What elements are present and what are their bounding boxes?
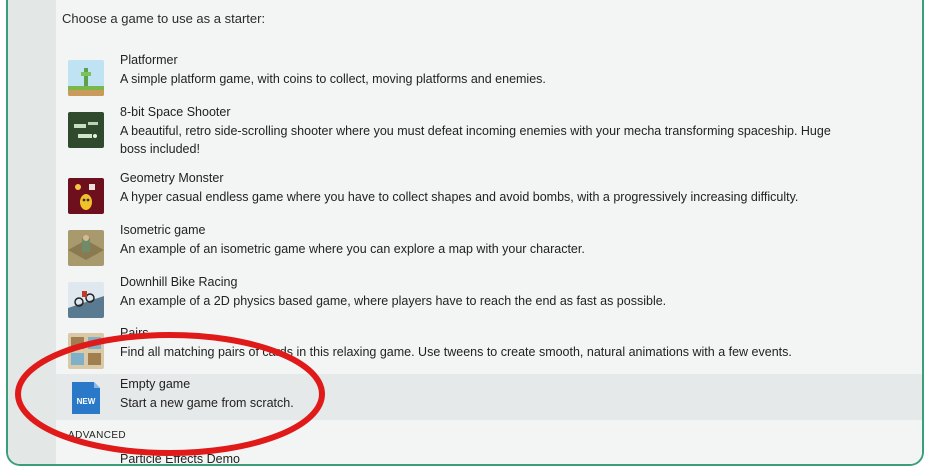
- geometry-monster-icon: [68, 178, 104, 214]
- list-item-empty-game[interactable]: NEW Empty game Start a new game from scr…: [56, 374, 922, 420]
- item-description: A beautiful, retro side-scrolling shoote…: [120, 124, 831, 156]
- section-header-advanced: ADVANCED: [68, 430, 127, 441]
- list-item-bike-racing[interactable]: Downhill Bike Racing An example of a 2D …: [56, 272, 922, 322]
- item-description: Find all matching pairs of cards in this…: [120, 345, 792, 359]
- isometric-icon: [68, 230, 104, 266]
- item-title: Downhill Bike Racing: [120, 275, 238, 289]
- list-item-isometric[interactable]: Isometric game An example of an isometri…: [56, 220, 922, 270]
- item-description: Start a new game from scratch.: [120, 396, 294, 410]
- list-item-particle-effects-demo[interactable]: Particle Effects Demo: [120, 452, 240, 464]
- left-sidebar: [8, 0, 56, 464]
- bike-racing-icon: [68, 282, 104, 318]
- item-description: A simple platform game, with coins to co…: [120, 72, 546, 86]
- pairs-icon: [68, 333, 104, 369]
- item-title: Pairs: [120, 326, 149, 340]
- platformer-icon: [68, 60, 104, 96]
- item-title: Platformer: [120, 53, 178, 67]
- item-title: 8-bit Space Shooter: [120, 105, 231, 119]
- list-item-geometry-monster[interactable]: Geometry Monster A hyper casual endless …: [56, 168, 922, 218]
- new-game-icon: NEW: [72, 382, 100, 414]
- list-item-pairs[interactable]: Pairs Find all matching pairs of cards i…: [56, 323, 922, 373]
- item-description: An example of an isometric game where yo…: [120, 242, 585, 256]
- item-title: Isometric game: [120, 223, 206, 237]
- space-shooter-icon: [68, 112, 104, 148]
- starter-dialog: Choose a game to use as a starter: Platf…: [6, 0, 924, 466]
- list-item-space-shooter[interactable]: 8-bit Space Shooter A beautiful, retro s…: [56, 102, 922, 160]
- item-description: A hyper casual endless game where you ha…: [120, 190, 799, 204]
- starter-list-panel: Choose a game to use as a starter: Platf…: [56, 0, 922, 464]
- heading: Choose a game to use as a starter:: [62, 11, 266, 26]
- list-item-platformer[interactable]: Platformer A simple platform game, with …: [56, 50, 922, 100]
- new-badge: NEW: [77, 397, 96, 406]
- item-description: An example of a 2D physics based game, w…: [120, 294, 667, 308]
- item-title: Geometry Monster: [120, 171, 224, 185]
- item-title: Empty game: [120, 377, 191, 391]
